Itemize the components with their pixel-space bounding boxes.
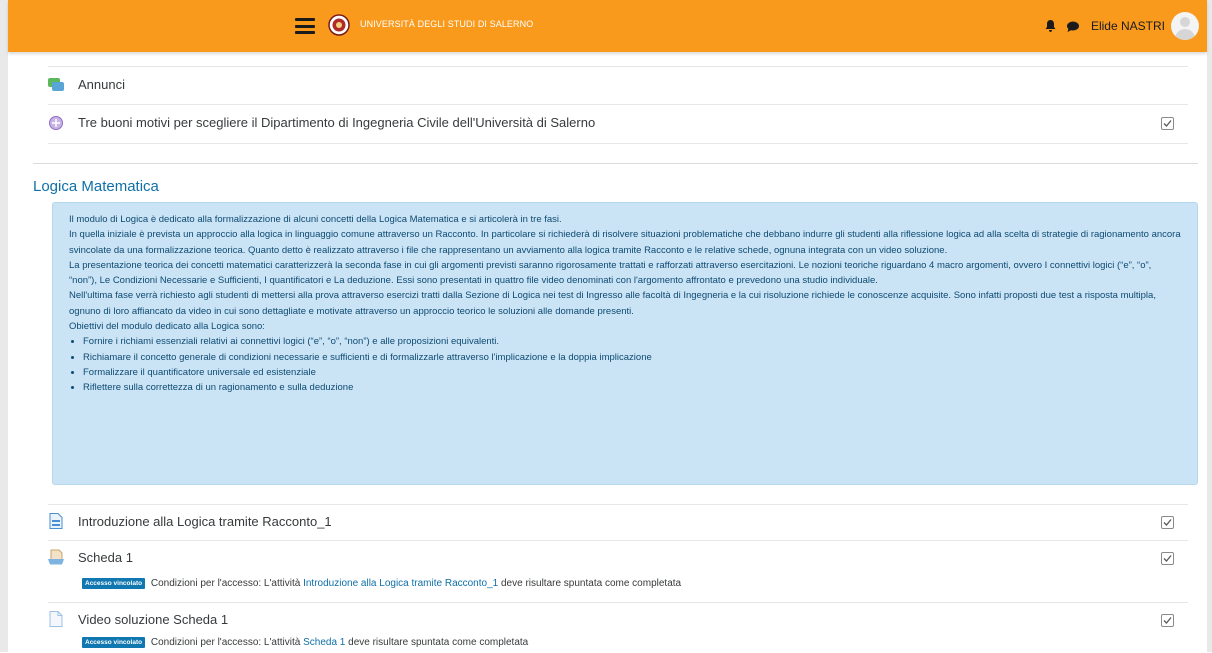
activity-row: Tre buoni motivi per scegliere il Dipart… [48,104,1188,144]
restriction-link[interactable]: Scheda 1 [303,637,345,648]
forum-icon [48,78,64,91]
section-title: Logica Matematica [33,178,159,195]
objective-item: Formalizzare il quantificatore universal… [83,365,1181,380]
activity-row: Scheda 1 [48,540,1188,603]
user-name[interactable]: Elide NASTRI [1091,19,1165,33]
completion-checkbox-icon[interactable] [1161,552,1174,565]
top-navbar: UNIVERSITÀ DEGLI STUDI DI SALERNO Elide … [8,0,1207,52]
activity-row: Annunci [48,66,1188,105]
restriction-badge: Accesso vincolato [82,578,146,589]
restriction-text: Condizioni per l'accesso: L'attività [150,637,301,649]
restriction-text: Condizioni per l'accesso: L'attività [150,578,301,590]
activity-link[interactable]: Annunci [78,77,125,92]
user-menu: Elide NASTRI [1043,12,1199,40]
activity-link[interactable]: Tre buoni motivi per scegliere il Dipart… [78,115,595,130]
objective-item: Richiamare il concetto generale di condi… [83,350,1181,365]
restriction-text: deve risultare spuntata come completata [501,578,682,590]
access-restriction: Accesso vincolato Condizioni per l'acces… [82,578,681,589]
chat-icon[interactable] [1065,18,1081,34]
avatar[interactable] [1171,12,1199,40]
summary-paragraph: In quella iniziale è prevista un approcc… [69,229,1181,256]
restriction-link[interactable]: Introduzione alla Logica tramite Raccont… [303,578,498,589]
scrollbar[interactable] [1207,0,1212,652]
resource-icon [48,549,64,565]
url-icon [49,116,63,130]
file-icon [49,513,63,529]
completion-checkbox-icon[interactable] [1161,117,1174,130]
access-restriction: Accesso vincolato Condizioni per l'acces… [82,637,528,648]
section-summary: Il modulo di Logica è dedicato alla form… [52,202,1198,485]
university-logo[interactable] [328,14,350,36]
completion-checkbox-icon[interactable] [1161,614,1174,627]
bell-icon[interactable] [1043,18,1059,34]
summary-paragraph: Obiettivi del modulo dedicato alla Logic… [69,321,265,333]
summary-paragraph: La presentazione teorica dei concetti ma… [69,259,1152,287]
restriction-text: deve risultare spuntata come completata [348,637,529,649]
objectives-list: Fornire i richiami essenziali relativi a… [69,334,1181,395]
activity-link[interactable]: Video soluzione Scheda 1 [78,612,228,627]
restriction-badge: Accesso vincolato [82,637,146,648]
objective-item: Riflettere sulla correttezza di un ragio… [83,380,1181,395]
menu-icon[interactable] [295,18,315,34]
completion-checkbox-icon[interactable] [1161,516,1174,529]
brand-name[interactable]: UNIVERSITÀ DEGLI STUDI DI SALERNO [360,19,533,29]
file-icon [49,611,63,627]
left-gutter [0,0,8,652]
summary-paragraph: Nell'ultima fase verrà richiesto agli st… [69,290,1156,317]
objective-item: Fornire i richiami essenziali relativi a… [83,334,1181,349]
activity-row: Introduzione alla Logica tramite Raccont… [48,504,1188,541]
section-divider [33,163,1198,164]
summary-paragraph: Il modulo di Logica è dedicato alla form… [69,214,562,225]
activity-link[interactable]: Scheda 1 [78,550,133,565]
activity-link[interactable]: Introduzione alla Logica tramite Raccont… [78,514,332,529]
